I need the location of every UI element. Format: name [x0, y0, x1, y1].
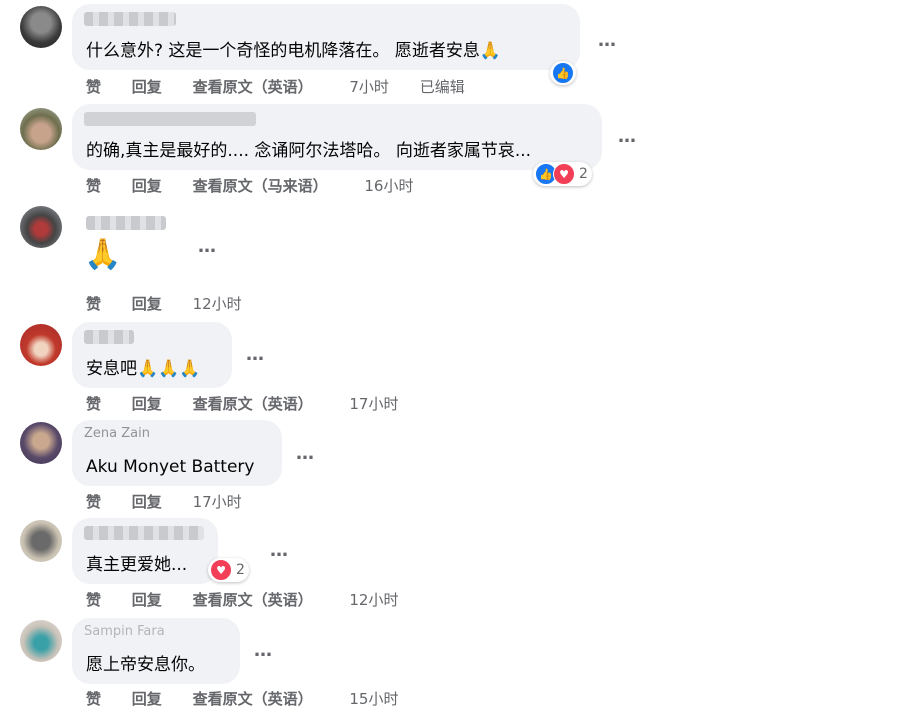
- like-button[interactable]: 赞: [86, 78, 101, 96]
- comment-time[interactable]: 16小时: [364, 177, 413, 195]
- reaction-count: 2: [579, 166, 588, 182]
- author-name[interactable]: [84, 112, 256, 126]
- comment-text: Aku Monyet Battery: [86, 457, 255, 477]
- see-original-button[interactable]: 查看原文（英语）: [193, 395, 313, 413]
- reaction-summary[interactable]: 👍: [550, 61, 576, 85]
- comment-text: 🙏: [84, 237, 122, 272]
- edited-label: 已编辑: [419, 78, 465, 96]
- author-name[interactable]: [84, 12, 176, 26]
- like-button[interactable]: 赞: [86, 493, 101, 511]
- more-options-icon[interactable]: …: [598, 32, 617, 50]
- comment-actions: 赞 回复 查看原文（英语） 7小时 已编辑: [86, 77, 491, 97]
- more-options-icon[interactable]: …: [270, 542, 289, 560]
- author-name[interactable]: Zena Zain: [84, 427, 270, 441]
- see-original-button[interactable]: 查看原文（英语）: [193, 690, 313, 708]
- comment-text: 安息吧🙏🙏🙏: [86, 359, 201, 379]
- avatar[interactable]: [20, 324, 62, 366]
- see-original-button[interactable]: 查看原文（马来语）: [193, 177, 328, 195]
- like-button[interactable]: 赞: [86, 690, 101, 708]
- comment-text: 的确,真主是最好的.... 念诵阿尔法塔哈。 向逝者家属节哀...: [86, 141, 532, 161]
- avatar[interactable]: [20, 108, 62, 150]
- reply-button[interactable]: 回复: [132, 177, 162, 195]
- comment-actions: 赞 回复 查看原文（马来语） 16小时: [86, 176, 439, 196]
- comment-time[interactable]: 7小时: [349, 78, 389, 96]
- see-original-button[interactable]: 查看原文（英语）: [193, 78, 313, 96]
- see-original-button[interactable]: 查看原文（英语）: [193, 591, 313, 609]
- comment-time[interactable]: 15小时: [349, 690, 398, 708]
- comment-time[interactable]: 12小时: [349, 591, 398, 609]
- avatar[interactable]: [20, 520, 62, 562]
- comment-text: 什么意外? 这是一个奇怪的电机降落在。 愿逝者安息🙏: [86, 41, 501, 61]
- reply-button[interactable]: 回复: [132, 295, 162, 313]
- comment-time[interactable]: 17小时: [193, 493, 242, 511]
- reply-button[interactable]: 回复: [132, 591, 162, 609]
- comment-actions: 赞 回复 17小时: [86, 492, 268, 512]
- like-button[interactable]: 赞: [86, 295, 101, 313]
- reply-button[interactable]: 回复: [132, 690, 162, 708]
- more-options-icon[interactable]: …: [296, 445, 315, 463]
- comment-actions: 赞 回复 查看原文（英语） 15小时: [86, 689, 424, 709]
- avatar[interactable]: [20, 6, 62, 48]
- like-button[interactable]: 赞: [86, 177, 101, 195]
- comment-text: 愿上帝安息你。: [86, 655, 205, 675]
- comment-time[interactable]: 12小时: [193, 295, 242, 313]
- comment-actions: 赞 回复 12小时: [86, 294, 268, 314]
- like-button[interactable]: 赞: [86, 591, 101, 609]
- more-options-icon[interactable]: …: [198, 238, 217, 256]
- comment-actions: 赞 回复 查看原文（英语） 12小时: [86, 590, 424, 610]
- reply-button[interactable]: 回复: [132, 78, 162, 96]
- author-name[interactable]: [84, 330, 134, 344]
- reaction-count: 2: [236, 562, 245, 578]
- like-button[interactable]: 赞: [86, 395, 101, 413]
- comment-text: 真主更爱她...: [86, 555, 188, 575]
- reaction-summary[interactable]: ♥ 2: [208, 558, 249, 582]
- love-reaction-icon: ♥: [553, 163, 575, 185]
- more-options-icon[interactable]: …: [246, 346, 265, 364]
- more-options-icon[interactable]: …: [618, 128, 637, 146]
- author-name[interactable]: [86, 216, 166, 230]
- author-name[interactable]: Sampin Fara: [84, 625, 228, 639]
- author-name[interactable]: [84, 526, 204, 540]
- like-reaction-icon: 👍: [552, 62, 574, 84]
- more-options-icon[interactable]: …: [254, 642, 273, 660]
- love-reaction-icon: ♥: [210, 559, 232, 581]
- avatar[interactable]: [20, 206, 62, 248]
- reaction-summary[interactable]: 👍 ♥ 2: [533, 162, 592, 186]
- comment-time[interactable]: 17小时: [349, 395, 398, 413]
- avatar[interactable]: [20, 422, 62, 464]
- comment-actions: 赞 回复 查看原文（英语） 17小时: [86, 394, 424, 414]
- reply-button[interactable]: 回复: [132, 493, 162, 511]
- avatar[interactable]: [20, 620, 62, 662]
- reply-button[interactable]: 回复: [132, 395, 162, 413]
